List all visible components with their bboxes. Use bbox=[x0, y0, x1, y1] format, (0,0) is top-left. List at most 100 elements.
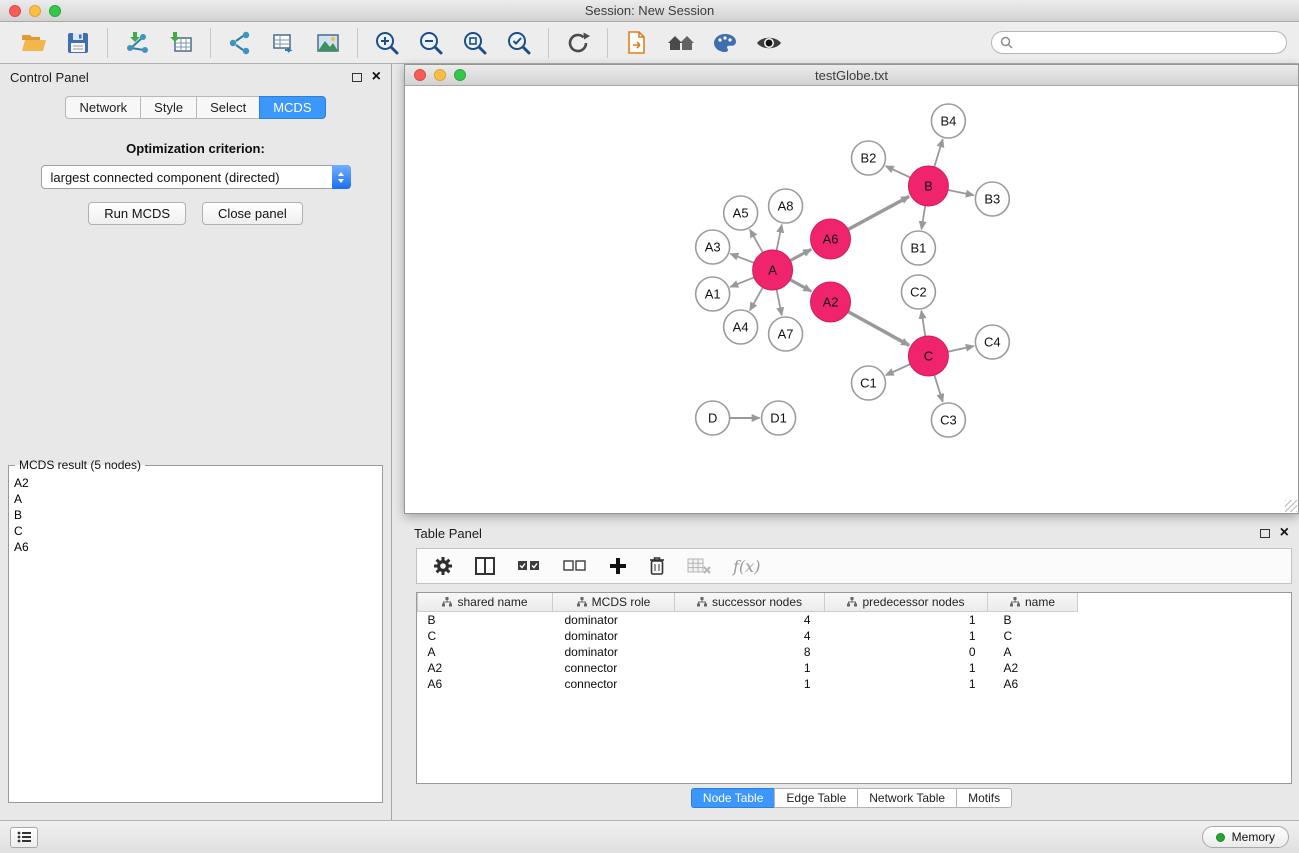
zoom-out-button[interactable] bbox=[413, 27, 449, 59]
add-row-button[interactable] bbox=[609, 557, 627, 575]
tab-mcds[interactable]: MCDS bbox=[259, 96, 325, 119]
tab-motifs[interactable]: Motifs bbox=[956, 788, 1012, 808]
function-builder-button[interactable]: f(x) bbox=[733, 557, 760, 576]
close-panel-button[interactable]: Close panel bbox=[202, 202, 303, 225]
network-window-titlebar[interactable]: testGlobe.txt bbox=[405, 65, 1298, 86]
search-input[interactable] bbox=[1019, 36, 1278, 50]
graph-node-label: A8 bbox=[778, 198, 794, 213]
table-row[interactable]: A2connector11A2 bbox=[418, 660, 1078, 676]
table-cell: dominator bbox=[553, 611, 675, 628]
eye-icon bbox=[755, 34, 783, 52]
home-icon bbox=[667, 32, 695, 54]
zoom-in-icon bbox=[374, 30, 400, 56]
mcds-result-item[interactable]: A bbox=[14, 491, 377, 507]
column-type-icon bbox=[442, 597, 452, 607]
export-image-icon bbox=[316, 32, 340, 54]
delete-table-button[interactable] bbox=[687, 558, 711, 574]
table-cell: 4 bbox=[675, 611, 825, 628]
mcds-result-item[interactable]: A6 bbox=[14, 539, 377, 555]
show-columns-button[interactable] bbox=[475, 557, 495, 575]
select-all-button[interactable] bbox=[517, 560, 541, 572]
table-cell: A bbox=[988, 644, 1078, 660]
float-table-panel-icon[interactable] bbox=[1260, 529, 1270, 538]
graph-node-label: B bbox=[924, 178, 933, 193]
tab-style[interactable]: Style bbox=[140, 96, 196, 119]
tab-edge-table[interactable]: Edge Table bbox=[774, 788, 857, 808]
zoom-fit-button[interactable] bbox=[457, 27, 493, 59]
tab-node-table[interactable]: Node Table bbox=[691, 788, 775, 808]
criterion-dropdown[interactable]: largest connected component (directed) bbox=[41, 165, 351, 189]
document-arrow-button[interactable] bbox=[619, 27, 655, 59]
open-session-button[interactable] bbox=[16, 27, 52, 59]
table-panel-title: Table Panel bbox=[414, 526, 482, 541]
import-table-button[interactable] bbox=[163, 27, 199, 59]
graph-node-label: C1 bbox=[860, 375, 877, 390]
column-type-icon bbox=[577, 597, 587, 607]
column-header-predecessor-nodes[interactable]: predecessor nodes bbox=[825, 593, 988, 611]
save-session-button[interactable] bbox=[60, 27, 96, 59]
mcds-result-item[interactable]: C bbox=[14, 523, 377, 539]
run-mcds-button[interactable]: Run MCDS bbox=[88, 202, 186, 225]
column-header-mcds-role[interactable]: MCDS role bbox=[553, 593, 675, 611]
session-title: Session: New Session bbox=[0, 3, 1299, 18]
network-graph[interactable]: B4B2B3A5A8A3B1C2A1A4A7C4C1DD1C3BA6AA2C bbox=[405, 86, 1298, 513]
memory-label: Memory bbox=[1232, 830, 1275, 844]
table-cell: A2 bbox=[418, 660, 553, 676]
network-zoom-button[interactable] bbox=[454, 69, 466, 81]
table-settings-button[interactable] bbox=[433, 556, 453, 576]
table-row[interactable]: Adominator80A bbox=[418, 644, 1078, 660]
deselect-all-button[interactable] bbox=[563, 560, 587, 572]
close-panel-icon[interactable]: × bbox=[372, 71, 381, 83]
mcds-result-item[interactable]: B bbox=[14, 507, 377, 523]
network-from-selection-button[interactable] bbox=[222, 27, 258, 59]
network-close-button[interactable] bbox=[414, 69, 426, 81]
control-panel-tabs: Network Style Select MCDS bbox=[0, 96, 391, 119]
table-row[interactable]: A6connector11A6 bbox=[418, 676, 1078, 692]
minimize-window-button[interactable] bbox=[29, 5, 41, 17]
node-table-body: Bdominator41BCdominator41CAdominator80AA… bbox=[418, 611, 1078, 692]
network-from-selection-icon bbox=[228, 31, 252, 55]
tab-network[interactable]: Network bbox=[65, 96, 140, 119]
table-cell: C bbox=[988, 628, 1078, 644]
zoom-window-button[interactable] bbox=[49, 5, 61, 17]
tab-network-table[interactable]: Network Table bbox=[857, 788, 956, 808]
gear-icon bbox=[433, 556, 453, 576]
control-panel-title: Control Panel bbox=[10, 70, 89, 85]
mcds-result-box: MCDS result (5 nodes) A2ABCA6 bbox=[8, 458, 383, 803]
zoom-selected-button[interactable] bbox=[501, 27, 537, 59]
window-resize-grip[interactable] bbox=[1285, 500, 1297, 512]
list-icon bbox=[17, 831, 31, 843]
mcds-result-item[interactable]: A2 bbox=[14, 475, 377, 491]
task-history-button[interactable] bbox=[10, 827, 38, 848]
tab-select[interactable]: Select bbox=[196, 96, 259, 119]
table-row[interactable]: Bdominator41B bbox=[418, 611, 1078, 628]
close-window-button[interactable] bbox=[9, 5, 21, 17]
mcds-result-list: A2ABCA6 bbox=[11, 474, 380, 556]
table-cell: A2 bbox=[988, 660, 1078, 676]
import-network-button[interactable] bbox=[119, 27, 155, 59]
memory-button[interactable]: Memory bbox=[1202, 826, 1289, 848]
mcds-result-title: MCDS result (5 nodes) bbox=[15, 458, 145, 472]
search-field[interactable] bbox=[991, 31, 1287, 54]
zoom-in-button[interactable] bbox=[369, 27, 405, 59]
show-hide-button[interactable] bbox=[751, 27, 787, 59]
refresh-layout-button[interactable] bbox=[560, 27, 596, 59]
delete-rows-button[interactable] bbox=[649, 556, 665, 576]
float-panel-icon[interactable] bbox=[352, 73, 362, 82]
table-cell: A6 bbox=[988, 676, 1078, 692]
style-palette-button[interactable] bbox=[707, 27, 743, 59]
export-table-button[interactable] bbox=[266, 27, 302, 59]
column-header-successor-nodes[interactable]: successor nodes bbox=[675, 593, 825, 611]
column-header-shared-name[interactable]: shared name bbox=[418, 593, 553, 611]
table-cell: 1 bbox=[675, 660, 825, 676]
table-cell: 1 bbox=[825, 660, 988, 676]
export-image-button[interactable] bbox=[310, 27, 346, 59]
network-canvas[interactable]: B4B2B3A5A8A3B1C2A1A4A7C4C1DD1C3BA6AA2C bbox=[405, 86, 1298, 513]
home-button[interactable] bbox=[663, 27, 699, 59]
table-row[interactable]: Cdominator41C bbox=[418, 628, 1078, 644]
network-minimize-button[interactable] bbox=[434, 69, 446, 81]
memory-status-icon bbox=[1216, 833, 1225, 842]
column-header-name[interactable]: name bbox=[988, 593, 1078, 611]
close-table-panel-icon[interactable]: × bbox=[1280, 527, 1289, 539]
table-cell: B bbox=[988, 611, 1078, 628]
